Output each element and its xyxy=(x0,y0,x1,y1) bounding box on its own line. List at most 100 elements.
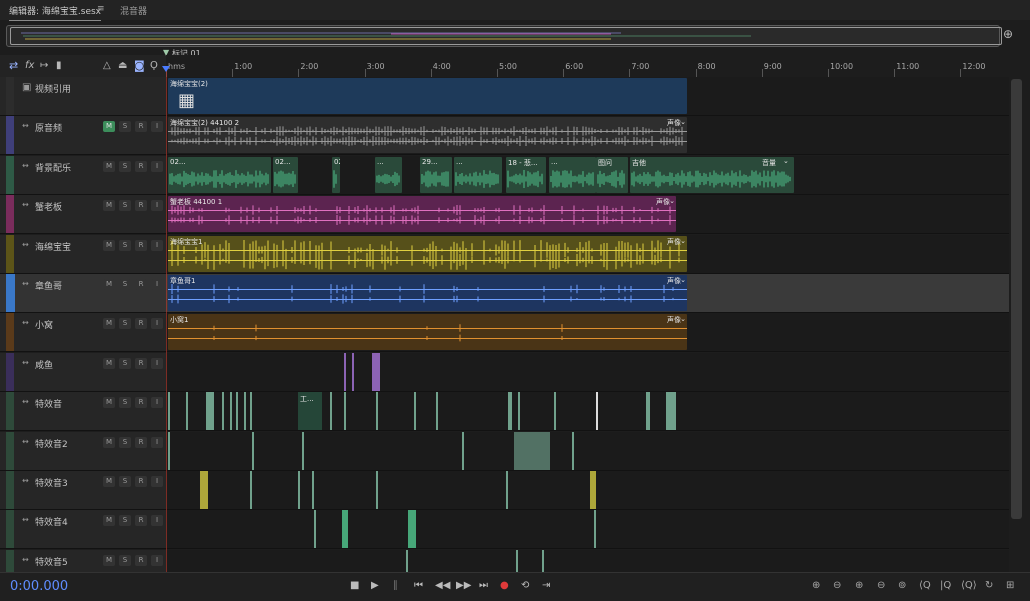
mute-button[interactable]: M xyxy=(103,476,115,487)
track-row[interactable]: ↭ 章鱼哥 M S R I 章鱼哥1 声像 ⌄ xyxy=(0,274,1009,313)
send-icon[interactable]: ↦ xyxy=(40,60,48,71)
track-name[interactable]: 咸鱼 xyxy=(35,358,53,371)
track-name[interactable]: 原音频 xyxy=(35,121,62,134)
effect-clip[interactable] xyxy=(236,392,238,431)
track-header[interactable]: ↭ 特效音4 M S R I xyxy=(0,510,166,549)
track-row[interactable]: ↭背景配乐MSRI02...02...02......29......18 - … xyxy=(0,155,1009,195)
record-button[interactable]: R xyxy=(135,279,147,290)
effect-clip[interactable] xyxy=(554,392,556,431)
audio-clip[interactable]: 海绵宝宝(2) ▦ xyxy=(168,78,687,114)
record-button[interactable]: R xyxy=(135,121,147,133)
mute-button[interactable]: M xyxy=(103,554,115,566)
track-row[interactable]: ↭ 特效音2 M S R I xyxy=(0,431,1009,471)
fx-icon[interactable]: fx xyxy=(25,60,34,71)
track-header[interactable]: ↭ 咸鱼 M S R I xyxy=(0,352,166,391)
effect-clip[interactable] xyxy=(436,392,438,431)
input-button[interactable]: I xyxy=(151,160,163,172)
meter-icon[interactable]: ▮ xyxy=(56,60,62,71)
zoom-tracks-icon[interactable]: ⊞ xyxy=(1006,580,1014,592)
solo-button[interactable]: S xyxy=(119,357,131,369)
audio-clip[interactable]: 小窝1 声像 ⌄ xyxy=(168,314,687,351)
track-row[interactable]: ▣ 视频引用 海绵宝宝(2) ▦ xyxy=(0,77,1009,116)
record-button[interactable]: R xyxy=(135,160,147,172)
effect-clip[interactable] xyxy=(590,471,596,509)
effect-clip[interactable] xyxy=(406,549,408,572)
input-button[interactable]: I xyxy=(151,436,163,448)
tab-mixer[interactable]: 混音器 xyxy=(120,4,147,17)
input-icon[interactable]: ⏏ xyxy=(118,60,127,71)
effect-clip[interactable] xyxy=(408,510,416,549)
record-icon[interactable]: ● xyxy=(500,580,509,592)
chevron-down-icon[interactable]: ⌄ xyxy=(783,157,789,165)
track-header[interactable]: ↭ 章鱼哥 M S R I xyxy=(0,274,166,312)
track-lane[interactable]: 章鱼哥1 声像 ⌄ xyxy=(166,274,1009,312)
record-button[interactable]: R xyxy=(135,357,147,369)
effect-clip[interactable] xyxy=(376,392,378,431)
solo-button[interactable]: S xyxy=(119,318,131,330)
effect-clip[interactable] xyxy=(330,392,332,431)
record-button[interactable]: R xyxy=(135,239,147,251)
audio-clip[interactable]: ... xyxy=(375,156,402,193)
track-lane[interactable] xyxy=(166,510,1009,549)
record-button[interactable]: R xyxy=(135,515,147,527)
track-row[interactable]: ↭ 特效音4 M S R I xyxy=(0,510,1009,550)
skip-icon[interactable]: ⇥ xyxy=(542,580,550,592)
track-row[interactable]: ↭ 特效音 M S R I 工... xyxy=(0,392,1009,432)
solo-button[interactable]: S xyxy=(119,121,131,133)
mute-button[interactable]: M xyxy=(103,121,115,133)
mute-button[interactable]: M xyxy=(103,160,115,172)
input-button[interactable]: I xyxy=(151,121,163,133)
effect-clip[interactable] xyxy=(186,392,188,431)
audio-clip[interactable]: 海绵宝宝(2) 44100 2 声像 ⌄ xyxy=(168,117,687,154)
effect-clip[interactable] xyxy=(342,510,348,549)
track-name[interactable]: 特效音 xyxy=(35,397,62,410)
input-button[interactable]: I xyxy=(151,357,163,369)
track-row[interactable]: ↭ 咸鱼 M S R I xyxy=(0,352,1009,392)
track-name[interactable]: 蟹老板 xyxy=(35,200,62,213)
track-lane[interactable] xyxy=(166,352,1009,391)
track-row[interactable]: ↭ 小窝 M S R I 小窝1 声像 ⌄ xyxy=(0,313,1009,353)
effect-clip[interactable] xyxy=(514,431,550,470)
track-lane[interactable]: 02...02...02......29......18 - 悲......图问… xyxy=(166,155,1009,194)
vertical-scrollbar[interactable] xyxy=(1009,77,1030,572)
effect-clip[interactable] xyxy=(244,392,246,431)
audio-clip[interactable]: 29... xyxy=(420,156,452,193)
input-button[interactable]: I xyxy=(151,515,163,527)
time-display[interactable]: 0:00.000 xyxy=(10,579,68,594)
effect-clip[interactable] xyxy=(506,471,508,509)
hamburger-icon[interactable]: ≡ xyxy=(97,4,105,14)
track-header[interactable]: ↭ 小窝 M S R I xyxy=(0,313,166,352)
solo-button[interactable]: S xyxy=(119,160,131,172)
mute-button[interactable]: M xyxy=(103,436,115,448)
input-button[interactable]: I xyxy=(151,554,163,566)
track-header[interactable]: ↭ 特效音 M S R I xyxy=(0,392,166,431)
solo-button[interactable]: S xyxy=(119,397,131,409)
track-lane[interactable]: 海绵宝宝(2) ▦ xyxy=(166,77,1009,115)
metronome-icon[interactable]: △ xyxy=(103,60,111,71)
effect-clip[interactable] xyxy=(168,431,170,470)
zoom-full-icon[interactable]: ⟨Q xyxy=(919,580,931,592)
track-lane[interactable] xyxy=(166,431,1009,470)
stop-icon[interactable]: ■ xyxy=(350,580,359,592)
audio-clip[interactable]: 海绵宝宝1 声像 ⌄ xyxy=(168,235,687,272)
track-lane[interactable] xyxy=(166,471,1009,509)
track-name[interactable]: 海绵宝宝 xyxy=(35,240,71,253)
track-name[interactable]: 章鱼哥 xyxy=(35,279,62,292)
zoom-in-time-icon[interactable]: ⊕ xyxy=(855,580,863,592)
solo-button[interactable]: S xyxy=(119,436,131,448)
effect-clip[interactable] xyxy=(168,392,170,431)
track-lane[interactable]: 海绵宝宝1 声像 ⌄ xyxy=(166,234,1009,273)
mute-button[interactable]: M xyxy=(103,279,115,290)
audio-clip[interactable]: 02... xyxy=(332,156,340,193)
track-name[interactable]: 特效音4 xyxy=(35,515,68,528)
record-button[interactable]: R xyxy=(135,554,147,566)
mute-button[interactable]: M xyxy=(103,318,115,330)
effect-clip[interactable] xyxy=(516,549,518,572)
audio-clip[interactable]: 02... xyxy=(168,156,271,193)
effect-clip[interactable] xyxy=(542,549,544,572)
track-header[interactable]: ↭ 特效音5 M S R I xyxy=(0,549,166,572)
play-icon[interactable]: ▶ xyxy=(371,580,379,592)
effect-clip[interactable] xyxy=(508,392,512,431)
track-name[interactable]: 小窝 xyxy=(35,318,53,331)
effect-clip[interactable] xyxy=(252,431,254,470)
